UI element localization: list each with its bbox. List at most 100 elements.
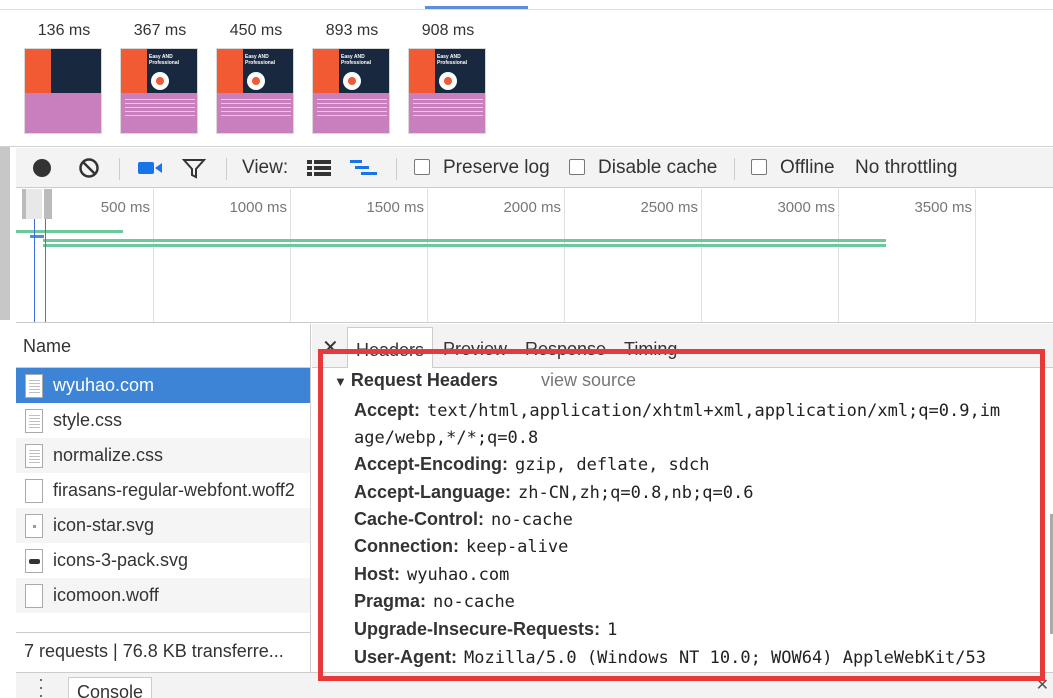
triangle-down-icon: ▼	[334, 374, 347, 389]
frame-thumbnail[interactable]: Easy AND Professional	[120, 48, 198, 134]
overview-tick: 1500 ms	[366, 199, 424, 216]
timeline-overview[interactable]: 500 ms 1000 ms 1500 ms 2000 ms 2500 ms 3…	[16, 189, 1053, 323]
filmstrip-frame[interactable]: 450 ms Easy AND Professional	[216, 18, 296, 134]
request-row[interactable]: icomoon.woff	[16, 578, 310, 613]
request-headers-section[interactable]: ▼ Request Headers	[334, 370, 498, 391]
header-value: gzip, deflate, sdch	[515, 455, 710, 475]
overview-tick: 500 ms	[100, 199, 150, 216]
overview-tick: 2500 ms	[640, 199, 698, 216]
header-line: Accept-Encoding: gzip, deflate, sdch	[354, 454, 709, 475]
disable-cache-checkbox[interactable]	[569, 159, 585, 175]
filmstrip-frame[interactable]: 908 ms Easy AND Professional	[408, 18, 488, 134]
request-row[interactable]: wyuhao.com	[16, 368, 310, 403]
toolbar-separator	[734, 158, 735, 180]
disable-cache-label[interactable]: Disable cache	[598, 148, 717, 188]
frame-time: 136 ms	[37, 22, 91, 39]
overview-request-bar	[30, 235, 44, 238]
details-tabs: ✕ Headers Preview Response Timing	[312, 324, 1053, 368]
video-camera-icon[interactable]	[137, 148, 163, 188]
filmstrip-frame[interactable]: 893 ms Easy AND Professional	[312, 18, 392, 134]
frame-thumbnail[interactable]: Easy AND Professional	[408, 48, 486, 134]
header-line: Pragma: no-cache	[354, 591, 515, 612]
overview-request-bar	[43, 239, 886, 242]
request-name: icons-3-pack.svg	[53, 550, 189, 570]
overview-request-bar	[43, 244, 886, 247]
request-row[interactable]: icons-3-pack.svg	[16, 543, 310, 578]
view-label: View:	[242, 157, 289, 178]
filter-icon[interactable]	[182, 148, 206, 188]
frame-thumbnail-title: Easy AND Professional	[437, 54, 468, 66]
header-line: Upgrade-Insecure-Requests: 1	[354, 619, 617, 640]
header-line: Cache-Control: no-cache	[354, 509, 573, 530]
tab-timing[interactable]: Timing	[616, 327, 685, 368]
frame-thumbnail[interactable]	[24, 48, 102, 134]
document-icon	[25, 373, 43, 398]
header-value: 1	[607, 620, 618, 640]
filmstrip: 136 ms 367 ms Easy AND Professional 450 …	[0, 0, 1053, 147]
section-title: Request Headers	[350, 370, 498, 390]
header-line: User-Agent: Mozilla/5.0 (Windows NT 10.0;…	[354, 647, 986, 668]
more-options-icon[interactable]: · · ·	[38, 670, 44, 698]
image-file-icon	[25, 513, 43, 538]
waterfall-overview-icon[interactable]	[350, 148, 378, 188]
overview-tick: 3500 ms	[914, 199, 972, 216]
request-row[interactable]: style.css	[16, 403, 310, 438]
header-value: age/webp,*/*;q=0.8	[354, 428, 539, 448]
offline-label[interactable]: Offline	[780, 148, 835, 188]
frame-thumbnail[interactable]: Easy AND Professional	[312, 48, 390, 134]
image-file-icon	[25, 548, 43, 573]
header-line: Connection: keep-alive	[354, 536, 568, 557]
overview-tick: 1000 ms	[229, 199, 287, 216]
tab-preview[interactable]: Preview	[435, 327, 515, 368]
close-icon[interactable]: ✕	[1036, 675, 1049, 695]
request-row[interactable]: firasans-regular-webfont.woff2	[16, 473, 310, 508]
request-name: icomoon.woff	[53, 585, 159, 605]
clear-icon[interactable]	[78, 148, 100, 188]
request-name: firasans-regular-webfont.woff2	[53, 480, 295, 500]
overview-tick: 2000 ms	[503, 199, 561, 216]
stylesheet-icon	[25, 443, 43, 468]
view-source-link[interactable]: view source	[541, 370, 636, 391]
throttling-select[interactable]: No throttling	[855, 148, 957, 188]
toolbar-separator	[226, 158, 227, 180]
header-key: Pragma:	[354, 591, 427, 611]
header-line: Accept-Language: zh-CN,zh;q=0.8,nb;q=0.6	[354, 482, 753, 503]
request-row[interactable]: normalize.css	[16, 438, 310, 473]
record-icon[interactable]	[31, 148, 53, 188]
preserve-log-checkbox[interactable]	[414, 159, 430, 175]
request-details-panel: ✕ Headers Preview Response Timing ▼ Reque…	[312, 324, 1053, 698]
name-column-header[interactable]: Name	[16, 324, 310, 368]
header-line: Accept: text/html,application/xhtml+xml,a…	[354, 400, 1000, 421]
request-name: style.css	[53, 410, 123, 430]
close-icon[interactable]: ✕	[322, 335, 339, 360]
header-key: Accept-Encoding:	[354, 454, 509, 474]
request-name: icon-star.svg	[53, 515, 155, 535]
load-event-marker	[45, 219, 46, 322]
filmstrip-frame[interactable]: 136 ms	[24, 18, 104, 134]
header-value: text/html,application/xhtml+xml,applicat…	[427, 401, 1001, 421]
frame-time: 367 ms	[133, 22, 187, 39]
tab-response[interactable]: Response	[517, 327, 614, 368]
header-value: no-cache	[491, 510, 573, 530]
header-value: Mozilla/5.0 (Windows NT 10.0; WOW64) App…	[464, 648, 986, 668]
toolbar-separator	[396, 158, 397, 180]
offline-checkbox[interactable]	[751, 159, 767, 175]
request-list: Name wyuhao.com style.css normalize.css …	[16, 324, 311, 698]
request-name: normalize.css	[53, 445, 164, 465]
frame-time: 450 ms	[229, 22, 283, 39]
frame-thumbnail[interactable]: Easy AND Professional	[216, 48, 294, 134]
preserve-log-label[interactable]: Preserve log	[443, 148, 550, 188]
request-row[interactable]: icon-star.svg	[16, 508, 310, 543]
frame-thumbnail-title: Easy AND Professional	[149, 54, 180, 66]
overview-right-handle[interactable]	[44, 189, 52, 219]
header-value: zh-CN,zh;q=0.8,nb;q=0.6	[518, 483, 754, 503]
tab-headers[interactable]: Headers	[347, 327, 434, 368]
frame-time: 893 ms	[325, 22, 379, 39]
drawer: · · · Console ✕	[16, 670, 1053, 698]
large-rows-icon[interactable]	[307, 148, 331, 188]
header-value: no-cache	[433, 592, 515, 612]
network-toolbar: View: Preserve log Disable cache Offline…	[16, 148, 1053, 188]
filmstrip-frame[interactable]: 367 ms Easy AND Professional	[120, 18, 200, 134]
tab-console[interactable]: Console	[68, 677, 153, 698]
frame-time: 908 ms	[421, 22, 475, 39]
